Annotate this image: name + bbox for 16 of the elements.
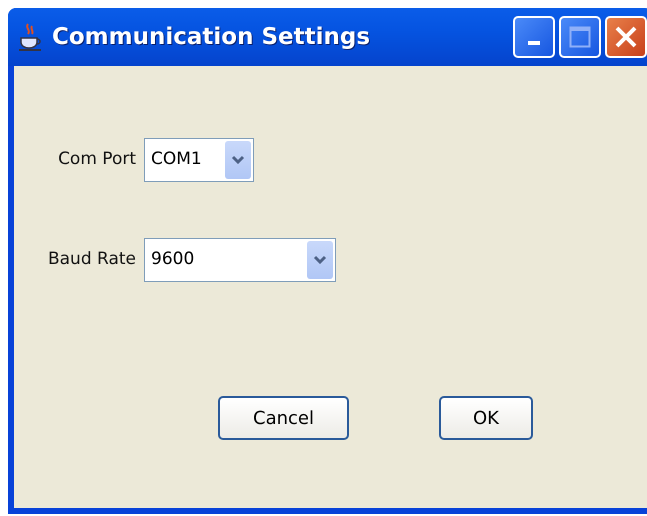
field-label: Baud Rate <box>46 248 137 272</box>
close-button[interactable] <box>605 16 647 58</box>
dialog-button[interactable]: Cancel <box>218 396 349 440</box>
maximize-icon <box>569 26 591 48</box>
close-icon <box>614 25 638 49</box>
dropdown[interactable]: COM1 <box>144 138 254 182</box>
field-label: Com Port <box>57 148 137 172</box>
chevron-down-icon <box>313 255 327 265</box>
coffee-cup-icon <box>18 22 44 52</box>
dialog-button[interactable]: OK <box>439 396 533 440</box>
dropdown[interactable]: 9600 <box>144 238 336 282</box>
maximize-button[interactable] <box>559 16 601 58</box>
chevron-down-icon <box>231 155 245 165</box>
minimize-button[interactable] <box>513 16 555 58</box>
window-title: Communication Settings <box>52 22 370 52</box>
minimize-icon <box>528 41 540 45</box>
